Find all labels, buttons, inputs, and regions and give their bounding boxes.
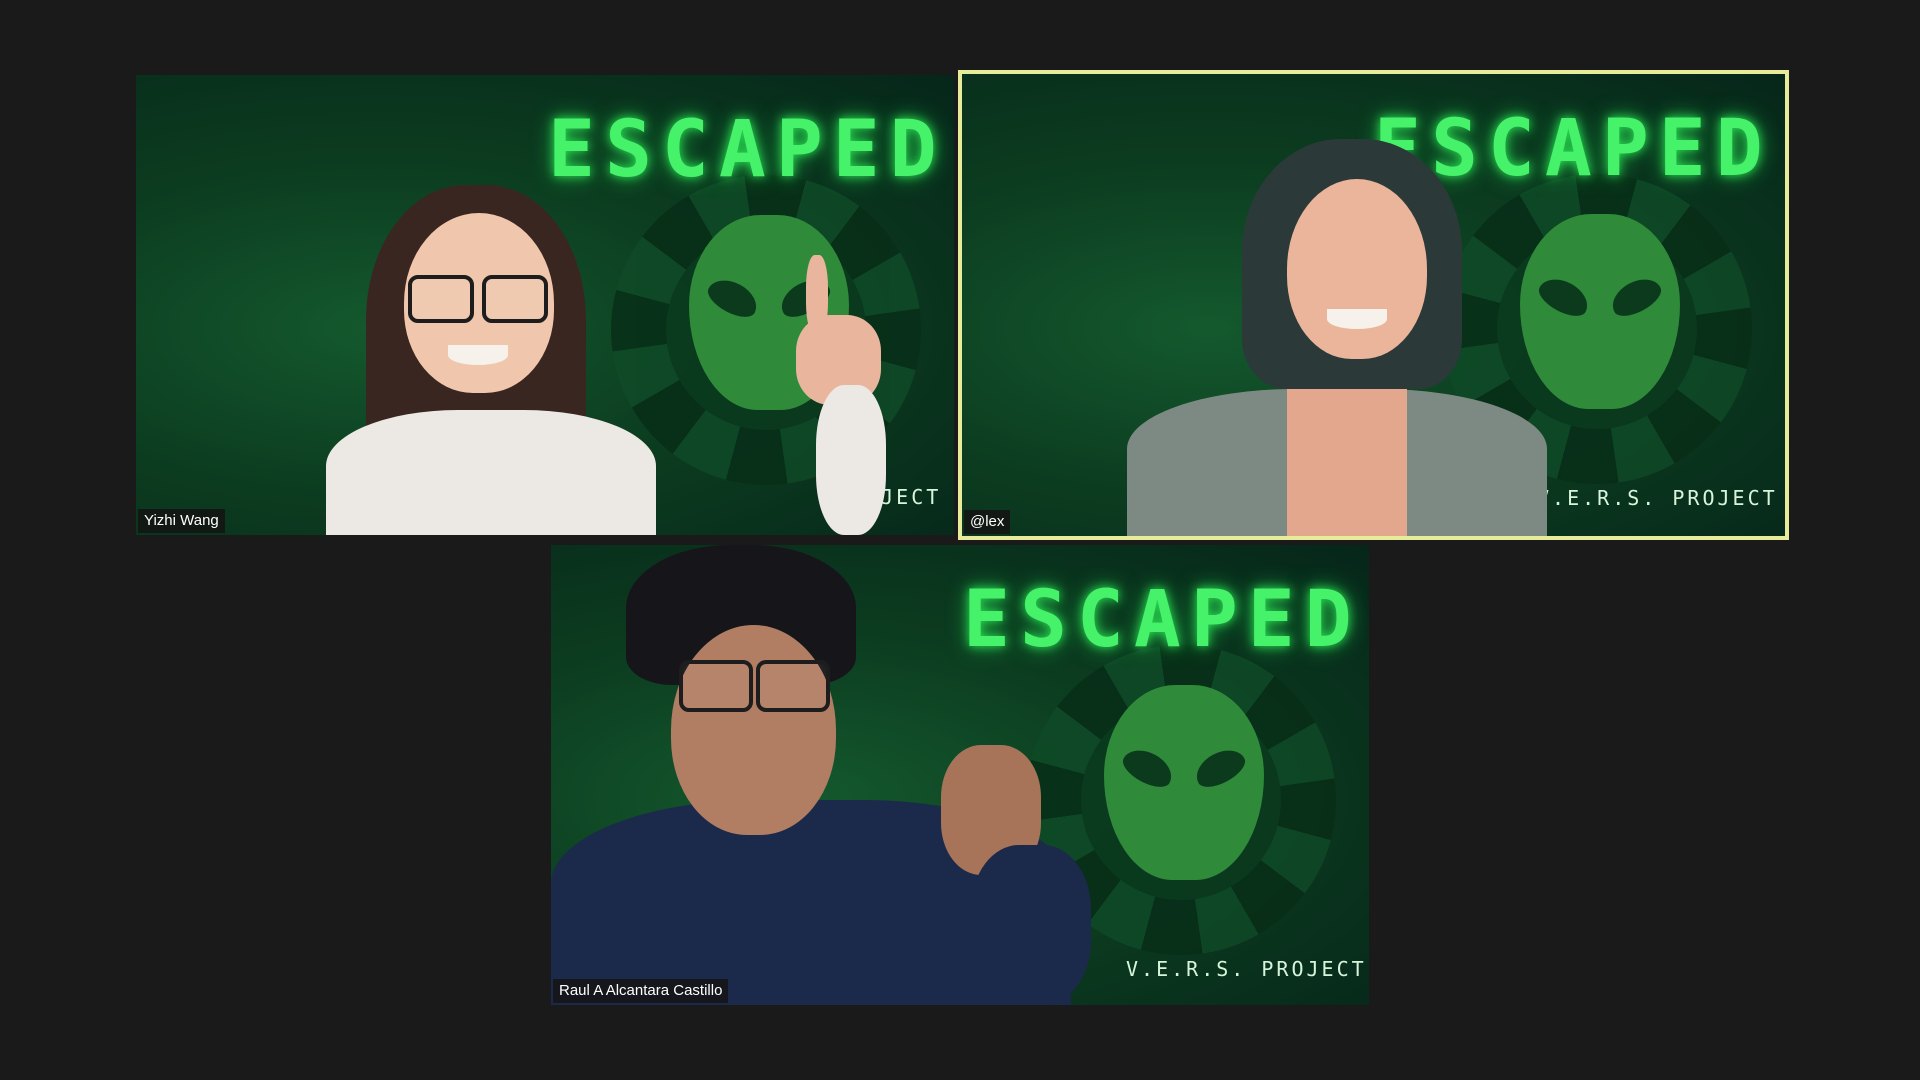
participant-tile-raul-alcantara-castillo[interactable]: ESCAPED V.E.R.S. PROJECT Raul A Alcantar… [551, 545, 1369, 1005]
background-subtitle: V.E.R.S. PROJECT [1537, 486, 1778, 510]
video-gallery: ESCAPED PROJECT Yizhi Wang ESCAPED V.E.R… [0, 0, 1920, 1080]
participant-tile-lex[interactable]: ESCAPED V.E.R.S. PROJECT @lex [962, 74, 1785, 536]
participant-name-label: @lex [964, 510, 1011, 534]
participant-name-label: Raul A Alcantara Castillo [553, 979, 729, 1003]
participant-name-label: Yizhi Wang [138, 509, 225, 533]
participant-tile-yizhi-wang[interactable]: ESCAPED PROJECT Yizhi Wang [136, 75, 954, 535]
participant-video [1112, 139, 1562, 536]
participant-video [286, 185, 886, 535]
background-title: ESCAPED [548, 105, 947, 195]
participant-video [551, 545, 1171, 1005]
